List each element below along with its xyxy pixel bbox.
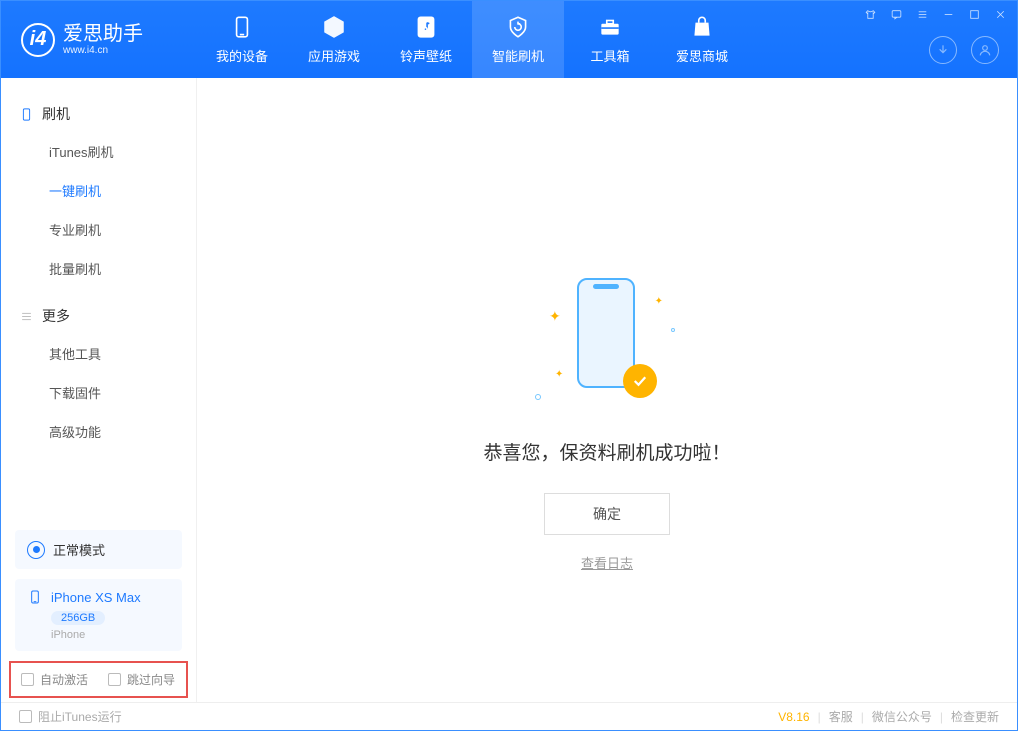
toolbox-icon xyxy=(597,14,623,40)
sidebar-item-pro-flash[interactable]: 专业刷机 xyxy=(1,210,196,249)
bag-icon xyxy=(689,14,715,40)
minimize-icon[interactable] xyxy=(941,7,955,21)
maximize-icon[interactable] xyxy=(967,7,981,21)
phone-icon xyxy=(229,14,255,40)
tab-my-device[interactable]: 我的设备 xyxy=(196,1,288,78)
sidebar-item-other-tools[interactable]: 其他工具 xyxy=(1,334,196,373)
list-icon xyxy=(19,309,34,324)
success-message: 恭喜您，保资料刷机成功啦！ xyxy=(483,438,730,465)
shield-refresh-icon xyxy=(505,14,531,40)
app-header: i4 爱思助手 www.i4.cn 我的设备 应用游戏 铃声壁纸 智能刷机 工具… xyxy=(1,1,1017,78)
device-type: iPhone xyxy=(51,629,170,641)
success-illustration: ✦ ✦ ✦ xyxy=(547,278,667,408)
mode-label: 正常模式 xyxy=(53,540,105,559)
mode-icon xyxy=(27,541,45,559)
mode-indicator[interactable]: 正常模式 xyxy=(15,530,182,569)
tab-label: 我的设备 xyxy=(216,46,268,65)
version-label: V8.16 xyxy=(778,710,809,724)
menu-icon[interactable] xyxy=(915,7,929,21)
tab-store[interactable]: 爱思商城 xyxy=(656,1,748,78)
main-content: ✦ ✦ ✦ 恭喜您，保资料刷机成功啦！ 确定 查看日志 xyxy=(197,78,1017,702)
close-icon[interactable] xyxy=(993,7,1007,21)
bubble-icon xyxy=(535,394,541,400)
tab-label: 爱思商城 xyxy=(676,46,728,65)
feedback-icon[interactable] xyxy=(889,7,903,21)
checkbox-label: 阻止iTunes运行 xyxy=(38,708,122,725)
device-name: iPhone XS Max xyxy=(51,590,141,605)
checkbox-icon xyxy=(19,710,32,723)
tab-apps[interactable]: 应用游戏 xyxy=(288,1,380,78)
cube-icon xyxy=(321,14,347,40)
options-highlight-box: 自动激活 跳过向导 xyxy=(9,661,188,698)
nav-tabs: 我的设备 应用游戏 铃声壁纸 智能刷机 工具箱 爱思商城 xyxy=(196,1,748,78)
device-icon xyxy=(19,107,34,122)
logo-icon: i4 xyxy=(21,23,55,57)
header-right-actions xyxy=(929,36,999,64)
tab-smart-flash[interactable]: 智能刷机 xyxy=(472,1,564,78)
app-url: www.i4.cn xyxy=(63,45,143,56)
checkbox-label: 自动激活 xyxy=(40,671,88,688)
tab-toolbox[interactable]: 工具箱 xyxy=(564,1,656,78)
sparkle-icon: ✦ xyxy=(555,369,563,380)
checkbox-label: 跳过向导 xyxy=(127,671,175,688)
tab-label: 工具箱 xyxy=(590,46,629,65)
sparkle-icon: ✦ xyxy=(655,296,663,307)
sparkle-icon: ✦ xyxy=(549,308,561,325)
checkbox-skip-guide[interactable]: 跳过向导 xyxy=(108,671,175,688)
sidebar-group-flash: 刷机 xyxy=(1,96,196,132)
tab-label: 智能刷机 xyxy=(492,46,544,65)
checkbox-auto-activate[interactable]: 自动激活 xyxy=(21,671,88,688)
device-capacity: 256GB xyxy=(51,611,105,625)
sidebar-item-itunes-flash[interactable]: iTunes刷机 xyxy=(1,132,196,171)
checkbox-block-itunes[interactable]: 阻止iTunes运行 xyxy=(19,708,122,725)
check-update-link[interactable]: 检查更新 xyxy=(951,708,999,725)
app-name: 爱思助手 xyxy=(63,23,143,45)
window-controls xyxy=(863,7,1007,21)
group-label: 刷机 xyxy=(42,104,70,124)
checkbox-icon xyxy=(21,673,34,686)
support-link[interactable]: 客服 xyxy=(829,708,853,725)
sidebar-item-oneclick-flash[interactable]: 一键刷机 xyxy=(1,171,196,210)
device-card[interactable]: iPhone XS Max 256GB iPhone xyxy=(15,579,182,651)
status-bar: 阻止iTunes运行 V8.16 | 客服 | 微信公众号 | 检查更新 xyxy=(1,702,1017,730)
view-log-link[interactable]: 查看日志 xyxy=(581,553,633,572)
download-button[interactable] xyxy=(929,36,957,64)
tab-ringtone[interactable]: 铃声壁纸 xyxy=(380,1,472,78)
phone-icon xyxy=(27,589,43,605)
tab-label: 应用游戏 xyxy=(308,46,360,65)
checkbox-icon xyxy=(108,673,121,686)
music-file-icon xyxy=(413,14,439,40)
sidebar-group-more: 更多 xyxy=(1,298,196,334)
tshirt-icon[interactable] xyxy=(863,7,877,21)
group-label: 更多 xyxy=(42,306,70,326)
app-logo: i4 爱思助手 www.i4.cn xyxy=(21,23,196,57)
bubble-icon xyxy=(671,328,675,332)
sidebar-item-batch-flash[interactable]: 批量刷机 xyxy=(1,249,196,288)
ok-button[interactable]: 确定 xyxy=(544,493,670,535)
sidebar-item-advanced[interactable]: 高级功能 xyxy=(1,412,196,451)
sidebar-item-download-firmware[interactable]: 下载固件 xyxy=(1,373,196,412)
sidebar: 刷机 iTunes刷机 一键刷机 专业刷机 批量刷机 更多 其他工具 下载固件 … xyxy=(1,78,197,702)
wechat-link[interactable]: 微信公众号 xyxy=(872,708,932,725)
user-button[interactable] xyxy=(971,36,999,64)
checkmark-badge-icon xyxy=(623,364,657,398)
tab-label: 铃声壁纸 xyxy=(400,46,452,65)
